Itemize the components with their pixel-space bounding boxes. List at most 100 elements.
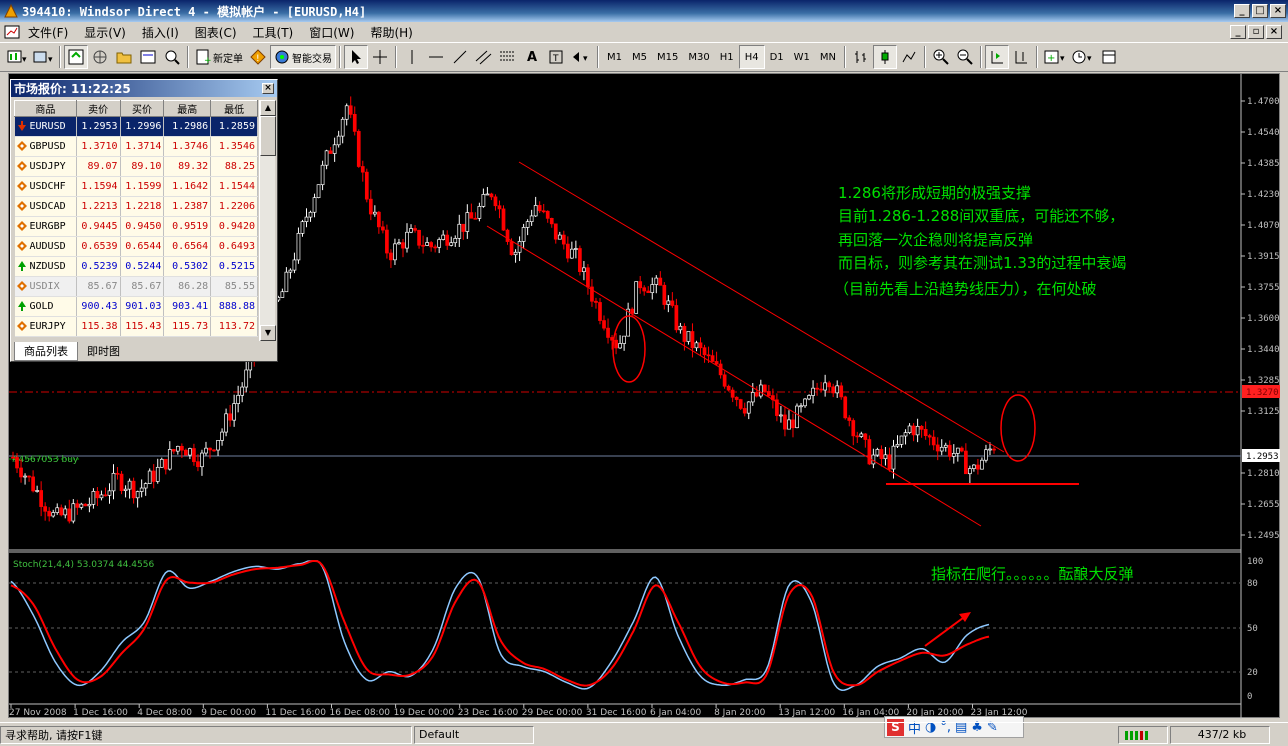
- chart-window-icon[interactable]: [4, 25, 20, 39]
- column-bid[interactable]: 卖价: [75, 100, 121, 117]
- arrows-button[interactable]: ▾: [568, 45, 594, 69]
- fibonacci-icon: [500, 51, 515, 61]
- upper-trendline[interactable]: [518, 161, 1005, 453]
- new-chart-button[interactable]: ▾: [4, 45, 30, 69]
- tab-tick-chart[interactable]: 即时图: [78, 342, 129, 360]
- column-ask[interactable]: 买价: [119, 100, 165, 117]
- horizontal-line-button[interactable]: [424, 45, 448, 69]
- quote-row[interactable]: AUDUSD 0.6539 0.6544 0.6564 0.6493: [14, 236, 258, 257]
- column-low[interactable]: 最低: [210, 100, 258, 117]
- candle-body: [919, 425, 924, 430]
- timeframe-h4[interactable]: H4: [738, 45, 765, 69]
- timeframe-d1[interactable]: D1: [765, 45, 789, 69]
- channel-button[interactable]: [472, 45, 496, 69]
- market-watch-close-button[interactable]: ×: [262, 83, 274, 94]
- folder-button[interactable]: [112, 45, 136, 69]
- candle-body: [131, 480, 136, 499]
- quote-row[interactable]: EURGBP 0.9445 0.9450 0.9519 0.9420: [14, 216, 258, 237]
- trendline-button[interactable]: [448, 45, 472, 69]
- candle-chart-button[interactable]: [873, 45, 898, 69]
- clock-icon: ▾: [1072, 50, 1092, 64]
- chart-shift-button[interactable]: [1009, 45, 1033, 69]
- timeframe-m30[interactable]: M30: [683, 45, 714, 69]
- timeframe-m15[interactable]: M15: [652, 45, 683, 69]
- tab-symbols[interactable]: 商品列表: [14, 342, 78, 361]
- cursor-tool-button[interactable]: [344, 45, 368, 69]
- candle-body: [574, 248, 578, 250]
- new-order-button[interactable]: + 新定单: [192, 45, 246, 69]
- auto-scroll-button[interactable]: [985, 45, 1010, 69]
- quote-symbol: USDJPY: [14, 156, 77, 177]
- minimize-button[interactable]: _: [1234, 4, 1250, 18]
- candle-body: [397, 242, 401, 245]
- candle-body: [364, 171, 369, 200]
- profiles-button[interactable]: ▾: [30, 45, 56, 69]
- quote-row[interactable]: GBPUSD 1.3710 1.3714 1.3746 1.3546: [14, 136, 258, 157]
- maximize-button[interactable]: □: [1252, 4, 1268, 18]
- vertical-line-button[interactable]: [400, 45, 424, 69]
- mdi-close-button[interactable]: ×: [1266, 25, 1282, 39]
- timeframe-m1[interactable]: M1: [602, 45, 627, 69]
- down-arrow-icon: [17, 121, 26, 131]
- menu-file[interactable]: 文件(F): [20, 24, 76, 41]
- periods-button[interactable]: ▾: [1069, 45, 1097, 69]
- candle-body: [405, 231, 409, 249]
- quotes-scrollbar[interactable]: ▲ ▼: [259, 100, 276, 341]
- bid-price-label: 1.2953: [1246, 452, 1279, 462]
- quote-symbol: NZDUSD: [14, 256, 77, 277]
- crosshair-tool-button[interactable]: [368, 45, 392, 69]
- text-tool-button[interactable]: A: [520, 45, 544, 69]
- price-tick-label: 1.2810: [1247, 469, 1280, 479]
- line-chart-button[interactable]: [897, 45, 921, 69]
- candle-body: [320, 164, 325, 186]
- zoom-out-button[interactable]: [953, 45, 977, 69]
- scroll-up-button[interactable]: ▲: [260, 100, 276, 116]
- market-watch-title-bar[interactable]: 市场报价: 11:22:25 ×: [11, 80, 277, 97]
- expert-advisors-button[interactable]: 智能交易: [270, 45, 336, 69]
- timeframe-h1[interactable]: H1: [715, 45, 739, 69]
- toolbar-separator: [924, 46, 927, 68]
- quote-row[interactable]: GOLD 900.43 901.03 903.41 888.88: [14, 296, 258, 317]
- scroll-down-button[interactable]: ▼: [260, 325, 276, 341]
- templates-button[interactable]: [1097, 45, 1121, 69]
- quote-row[interactable]: USDCAD 1.2213 1.2218 1.2387 1.2206: [14, 196, 258, 217]
- column-symbol[interactable]: 商品: [14, 100, 77, 117]
- bar-chart-button[interactable]: [849, 45, 873, 69]
- mdi-minimize-button[interactable]: _: [1230, 25, 1246, 39]
- menu-tools[interactable]: 工具(T): [245, 24, 302, 41]
- quote-row[interactable]: NZDUSD 0.5239 0.5244 0.5302 0.5215: [14, 256, 258, 277]
- tester-button[interactable]: [160, 45, 184, 69]
- mdi-restore-button[interactable]: ▫: [1248, 25, 1264, 39]
- metaeditor-button[interactable]: !: [246, 45, 270, 69]
- highlight-ellipse-right[interactable]: [1000, 394, 1036, 462]
- menu-insert[interactable]: 插入(I): [134, 24, 187, 41]
- candle-body: [19, 467, 23, 478]
- quote-row[interactable]: USDIX 85.67 85.67 86.28 85.55: [14, 276, 258, 297]
- menu-window[interactable]: 窗口(W): [301, 24, 362, 41]
- quote-row[interactable]: EURUSD 1.2953 1.2996 1.2986 1.2859: [14, 116, 258, 137]
- timeframe-m5[interactable]: M5: [627, 45, 652, 69]
- fibonacci-button[interactable]: [496, 45, 520, 69]
- terminal-button[interactable]: [136, 45, 160, 69]
- menu-charts[interactable]: 图表(C): [187, 24, 245, 41]
- menu-help[interactable]: 帮助(H): [362, 24, 420, 41]
- zoom-in-button[interactable]: [929, 45, 953, 69]
- menu-view[interactable]: 显示(V): [76, 24, 134, 41]
- quote-row[interactable]: EURJPY 115.38 115.43 115.73 113.72: [14, 316, 258, 337]
- navigator-button[interactable]: [88, 45, 112, 69]
- candle-body: [686, 331, 691, 342]
- quote-row[interactable]: USDCHF 1.1594 1.1599 1.1642 1.1544: [14, 176, 258, 197]
- quote-low: 0.6493: [210, 236, 258, 257]
- candle-body: [196, 461, 200, 468]
- timeframe-mn[interactable]: MN: [815, 45, 841, 69]
- symbol-name: AUDUSD: [29, 241, 66, 252]
- timeframe-w1[interactable]: W1: [789, 45, 815, 69]
- column-high[interactable]: 最高: [163, 100, 212, 117]
- quote-row[interactable]: USDJPY 89.07 89.10 89.32 88.25: [14, 156, 258, 177]
- market-watch-button[interactable]: [64, 45, 88, 69]
- text-label-button[interactable]: T: [544, 45, 568, 69]
- indicators-button[interactable]: + ▾: [1041, 45, 1069, 69]
- close-button[interactable]: ×: [1270, 4, 1286, 18]
- quote-ask: 89.10: [120, 156, 165, 177]
- scroll-thumb[interactable]: [260, 116, 276, 156]
